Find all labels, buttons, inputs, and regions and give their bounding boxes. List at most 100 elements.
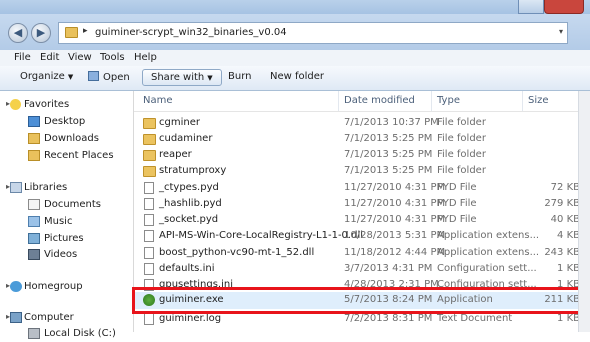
open-button[interactable]: Open (88, 71, 130, 83)
star-icon (10, 99, 21, 110)
nav-label: Libraries (24, 182, 68, 193)
menu-view[interactable]: View (68, 52, 92, 63)
nav-downloads[interactable]: Downloads (0, 131, 133, 147)
file-type: Configuration sett... (437, 263, 537, 274)
nav-recent-places[interactable]: Recent Places (0, 148, 133, 164)
open-icon (88, 71, 99, 81)
menu-edit[interactable]: Edit (40, 52, 59, 63)
highlight-box (132, 287, 587, 314)
open-label: Open (103, 72, 130, 83)
nav-pictures[interactable]: Pictures (0, 231, 133, 247)
new-folder-button[interactable]: New folder (270, 71, 324, 82)
forward-icon[interactable]: ▶ (31, 23, 51, 43)
nav-music[interactable]: Music (0, 214, 133, 230)
organize-label: Organize (20, 71, 65, 82)
menu-bar: File Edit View Tools Help (0, 50, 590, 67)
back-icon[interactable]: ◀ (8, 23, 28, 43)
folder-icon (143, 134, 156, 145)
column-divider[interactable] (338, 91, 339, 111)
file-type: File folder (437, 117, 486, 128)
nav-computer[interactable]: ▸ Computer (0, 310, 133, 326)
file-name: cudaminer (159, 133, 213, 144)
file-row[interactable]: _hashlib.pyd 11/27/2010 4:31 PM PYD File… (134, 196, 590, 213)
file-type: File folder (437, 133, 486, 144)
file-size: 1 KB (557, 263, 580, 274)
address-bar[interactable]: ▸ guiminer-scrypt_win32_binaries_v0.04 ▾ (58, 22, 568, 44)
file-date: 3/7/2013 4:31 PM (344, 263, 433, 274)
file-date: 11/27/2010 4:31 PM (344, 214, 446, 225)
file-row[interactable]: reaper 7/1/2013 5:25 PM File folder (134, 147, 590, 164)
file-row[interactable]: _ctypes.pyd 11/27/2010 4:31 PM PYD File … (134, 180, 590, 197)
file-name: _socket.pyd (159, 214, 219, 225)
file-type: PYD File (437, 214, 477, 225)
file-date: 11/27/2010 4:31 PM (344, 182, 446, 193)
nav-documents[interactable]: Documents (0, 197, 133, 213)
command-bar: Organize ▼ Open Share with ▼ Burn New fold… (0, 66, 590, 91)
column-date-modified[interactable]: Date modified (344, 95, 415, 106)
vertical-scrollbar[interactable] (578, 91, 590, 332)
file-size: 279 KB (544, 198, 580, 209)
nav-label: Computer (24, 312, 74, 323)
column-size[interactable]: Size (528, 95, 549, 106)
nav-homegroup[interactable]: ▸ Homegroup (0, 279, 133, 295)
nav-videos[interactable]: Videos (0, 247, 133, 263)
file-date: 7/1/2013 5:25 PM (344, 133, 433, 144)
file-date: 11/18/2012 4:44 PM (344, 247, 446, 258)
file-date: 7/1/2013 10:37 PM (344, 117, 439, 128)
column-divider[interactable] (431, 91, 432, 111)
downloads-icon (28, 133, 40, 144)
file-name: cgminer (159, 117, 200, 128)
file-date: 11/27/2010 4:31 PM (344, 198, 446, 209)
folder-icon (143, 150, 156, 161)
window-title-bar (0, 0, 590, 14)
file-row[interactable]: cudaminer 7/1/2013 5:25 PM File folder (134, 131, 590, 148)
chevron-down-icon: ▼ (67, 73, 74, 81)
homegroup-icon (10, 281, 22, 292)
close-button[interactable] (544, 0, 584, 14)
file-type: PYD File (437, 182, 477, 193)
column-divider[interactable] (522, 91, 523, 111)
file-date: 7/1/2013 5:25 PM (344, 165, 433, 176)
file-icon (144, 230, 154, 242)
burn-button[interactable]: Burn (228, 71, 251, 82)
nav-label: Downloads (44, 133, 99, 144)
chevron-down-icon[interactable]: ▾ (559, 27, 563, 36)
nav-local-disk[interactable]: Local Disk (C:) (0, 326, 133, 342)
menu-file[interactable]: File (14, 52, 31, 63)
share-with-button[interactable]: Share with ▼ (142, 69, 222, 86)
address-path[interactable]: guiminer-scrypt_win32_binaries_v0.04 (95, 27, 287, 38)
nav-libraries[interactable]: ▸ Libraries (0, 180, 133, 196)
file-row[interactable]: _socket.pyd 11/27/2010 4:31 PM PYD File … (134, 212, 590, 229)
nav-label: Documents (44, 199, 102, 210)
file-name: reaper (159, 149, 192, 160)
column-type[interactable]: Type (437, 95, 460, 106)
pictures-icon (28, 233, 40, 244)
organize-button[interactable]: Organize ▼ (20, 71, 73, 82)
file-row[interactable]: cgminer 7/1/2013 10:37 PM File folder (134, 115, 590, 132)
file-type: File folder (437, 165, 486, 176)
nav-favorites[interactable]: ▸ Favorites (0, 97, 133, 113)
file-name: boost_python-vc90-mt-1_52.dll (159, 247, 315, 258)
folder-icon (143, 118, 156, 129)
file-row[interactable]: stratumproxy 7/1/2013 5:25 PM File folde… (134, 163, 590, 180)
breadcrumb-separator[interactable]: ▸ (83, 26, 88, 36)
documents-icon (28, 199, 40, 210)
nav-label: Favorites (24, 99, 70, 110)
desktop-icon (28, 116, 40, 127)
music-icon (28, 216, 40, 227)
file-type: Text Document (437, 313, 513, 324)
file-type: Application extens... (437, 247, 540, 258)
menu-tools[interactable]: Tools (100, 52, 125, 63)
nav-label: Desktop (44, 116, 86, 127)
file-row[interactable]: boost_python-vc90-mt-1_52.dll 11/18/2012… (134, 245, 590, 262)
file-icon (144, 198, 154, 210)
libraries-icon (10, 182, 22, 193)
file-name: _hashlib.pyd (159, 198, 222, 209)
maximize-button[interactable] (518, 0, 544, 14)
column-name[interactable]: Name (143, 95, 173, 106)
file-row[interactable]: defaults.ini 3/7/2013 4:31 PM Configurat… (134, 261, 590, 278)
menu-help[interactable]: Help (134, 52, 157, 63)
folder-icon (65, 27, 78, 38)
nav-desktop[interactable]: Desktop (0, 114, 133, 130)
file-row[interactable]: API-MS-Win-Core-LocalRegistry-L1-1-0.dll… (134, 228, 590, 245)
